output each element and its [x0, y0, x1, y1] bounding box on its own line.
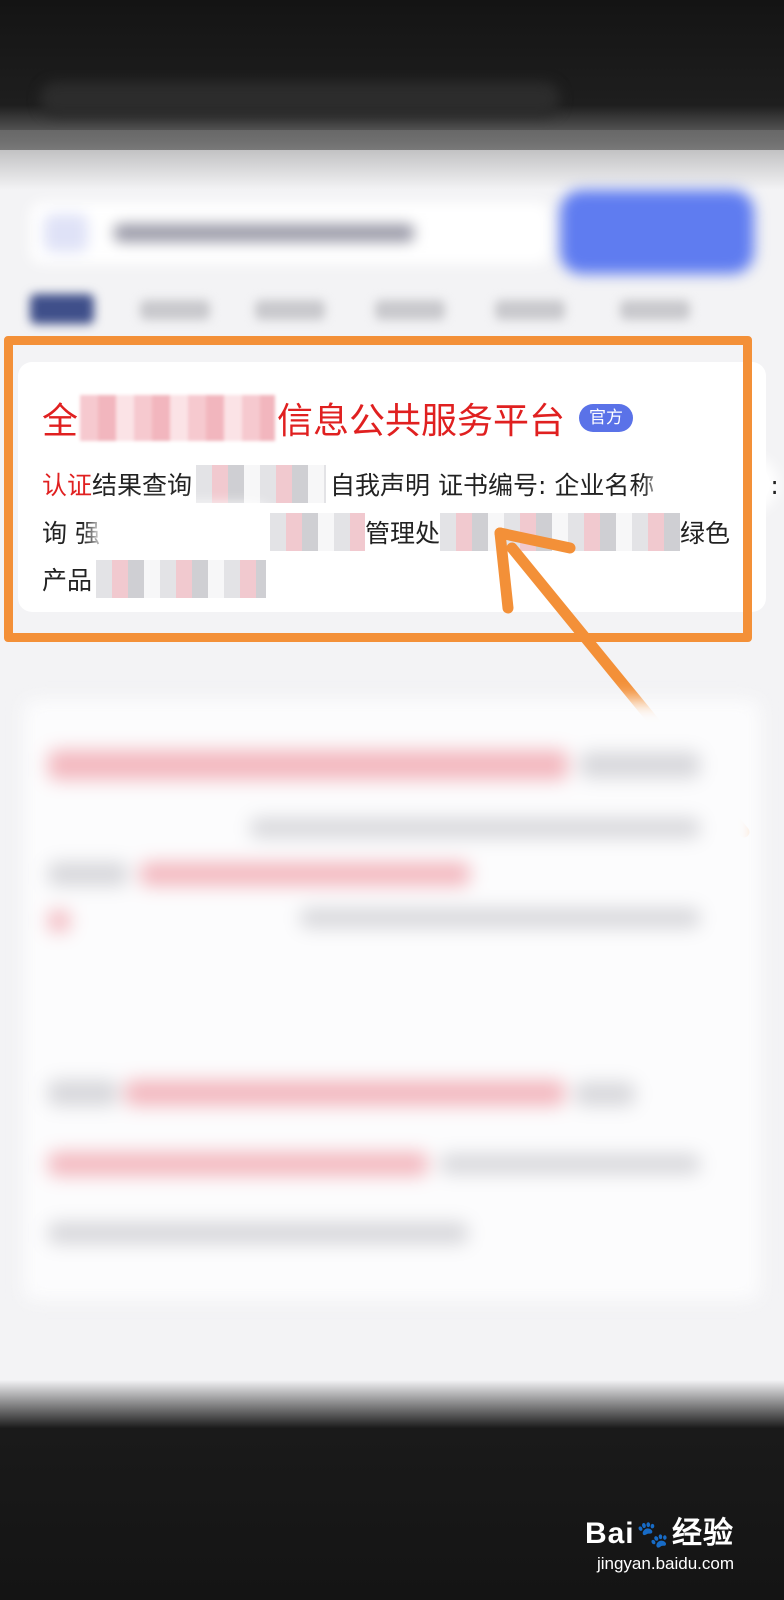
search-query-blurred: [114, 224, 414, 242]
search-input[interactable]: [30, 202, 550, 264]
result-text-blurred: [300, 908, 700, 928]
tab-4[interactable]: [375, 300, 445, 320]
result-text-blurred: [48, 1080, 118, 1106]
address-bar-blurred[interactable]: [40, 82, 560, 116]
watermark-site: jingyan.baidu.com: [596, 1554, 734, 1573]
search-button[interactable]: [560, 190, 754, 274]
watermark-brand-b: 经验: [672, 1517, 734, 1550]
result-card-blurred: [24, 700, 760, 1300]
watermark-brand: Bai🐾经验: [585, 1508, 734, 1552]
result-text-blurred: [140, 862, 470, 886]
tab-active[interactable]: [30, 294, 94, 324]
baidu-jingyan-watermark: Bai🐾经验 jingyan.baidu.com: [585, 1508, 734, 1574]
snippet-text: : 查: [770, 471, 784, 500]
result-title-blurred[interactable]: [48, 750, 568, 780]
top-fade: [0, 130, 784, 190]
result-text-blurred: [48, 910, 70, 932]
result-text-blurred: [440, 1154, 700, 1174]
paw-icon: 🐾: [636, 1519, 670, 1549]
result-text-blurred: [580, 752, 700, 778]
watermark-brand-a: Bai: [584, 1517, 635, 1550]
search-row-blurred: [30, 190, 754, 280]
tab-2[interactable]: [140, 300, 210, 320]
result-text-blurred: [250, 818, 700, 838]
tab-6[interactable]: [620, 300, 690, 320]
tab-3[interactable]: [255, 300, 325, 320]
result-text-blurred: [48, 862, 128, 886]
result-title-blurred[interactable]: [125, 1080, 565, 1106]
browser-bottom-bar: Bai🐾经验 jingyan.baidu.com: [0, 1380, 784, 1600]
result-text-blurred: [48, 1222, 468, 1244]
search-tabs-blurred: [30, 292, 750, 328]
tab-5[interactable]: [495, 300, 565, 320]
result-text-blurred: [575, 1082, 635, 1106]
result-text-blurred: [48, 1152, 428, 1176]
search-logo-icon: [44, 214, 88, 252]
browser-top-bar: [0, 0, 784, 150]
other-results-blurred: [0, 640, 784, 1400]
highlight-frame: [4, 336, 752, 642]
